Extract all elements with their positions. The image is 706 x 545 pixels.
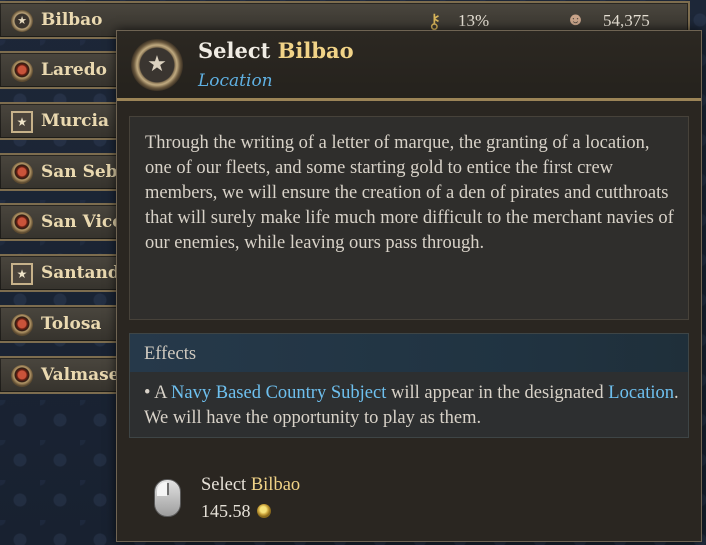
location-name: Bilbao	[41, 10, 103, 30]
effect-bullet: • A	[144, 383, 172, 403]
left-click-mouse-icon	[154, 479, 181, 517]
port-icon	[11, 162, 33, 184]
title-location-name: Bilbao	[277, 38, 354, 63]
navy-subject-link[interactable]: Navy Based Country Subject	[171, 383, 386, 403]
effects-title: Effects	[144, 344, 197, 364]
location-name: Laredo	[41, 60, 107, 80]
gold-coin-icon	[256, 504, 271, 518]
effects-header: Effects	[130, 334, 688, 372]
action-location-name: Bilbao	[250, 475, 301, 495]
click-action-label: Select Bilbao	[201, 475, 300, 496]
capital-star-icon: ★	[11, 263, 33, 285]
population-icon: ☻	[566, 9, 585, 29]
description-box: Through the writing of a letter of marqu…	[129, 116, 689, 320]
cost-value: 145.58	[201, 501, 251, 521]
location-link[interactable]: Location	[608, 383, 674, 403]
location-name: Tolosa	[41, 314, 102, 334]
tooltip-header: ★ Select Bilbao Location	[117, 31, 701, 101]
port-icon	[11, 60, 33, 82]
port-icon	[11, 314, 33, 336]
location-name: Santand	[41, 263, 120, 283]
effect-text-middle: will appear in the designated	[386, 383, 609, 403]
location-name: Valmase	[41, 365, 120, 385]
star-emblem-icon: ★	[131, 39, 183, 91]
population-value: 54,375	[603, 11, 650, 30]
description-text: Through the writing of a letter of marqu…	[145, 133, 674, 253]
title-prefix: Select	[198, 38, 278, 63]
location-name: San Vice	[41, 212, 124, 232]
tooltip-subtitle: Location	[198, 71, 273, 91]
port-icon	[11, 365, 33, 387]
percent-value: 13%	[458, 11, 490, 30]
effect-item: • A Navy Based Country Subject will appe…	[144, 381, 679, 431]
tooltip-title: Select Bilbao	[198, 38, 354, 63]
location-name: Murcia	[41, 111, 109, 131]
effects-box: Effects • A Navy Based Country Subject w…	[129, 333, 689, 438]
port-icon	[11, 212, 33, 234]
action-prefix: Select	[201, 475, 251, 495]
star-emblem-icon: ★	[11, 10, 33, 32]
action-cost: 145.58	[201, 501, 271, 522]
capital-star-icon: ★	[11, 111, 33, 133]
select-location-tooltip: ★ Select Bilbao Location Through the wri…	[116, 30, 702, 542]
